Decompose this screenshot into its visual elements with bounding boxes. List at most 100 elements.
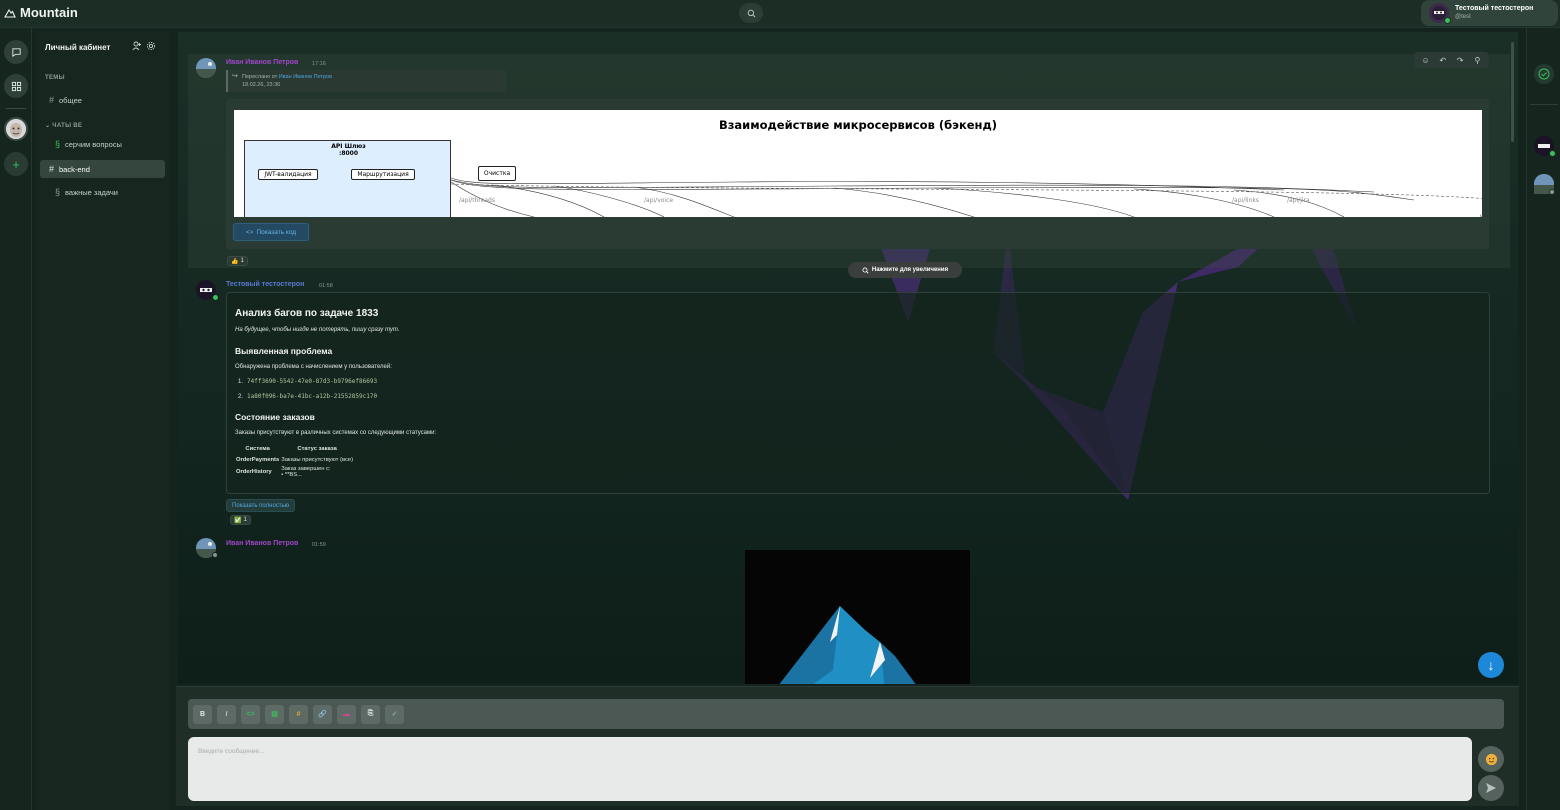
emoji-react-icon[interactable]: ☺ — [1421, 55, 1431, 65]
hash-icon: # — [49, 95, 55, 105]
online-status-dot — [212, 294, 219, 301]
app-title: Mountain — [20, 5, 78, 20]
scroll-down-button[interactable]: ↓ — [1478, 652, 1504, 678]
message-author[interactable]: Иван Иванов Петров — [226, 540, 298, 547]
check-circle-icon — [1538, 68, 1550, 80]
send-icon — [1486, 783, 1496, 793]
edge-label: /api/links — [1232, 197, 1259, 204]
quote-icon: ▬ — [343, 710, 350, 718]
heading-button[interactable]: # — [289, 704, 308, 724]
reaction-chip[interactable]: 👍 1 — [227, 256, 248, 266]
reaction-emoji: 👍 — [231, 258, 239, 265]
show-code-button[interactable]: <> Показать код — [233, 223, 309, 241]
italic-button[interactable]: I — [217, 704, 236, 724]
online-status-dot — [1444, 17, 1451, 24]
chat-bubble-icon — [11, 47, 21, 57]
message-time: 01:58 — [319, 283, 333, 289]
status-check-button[interactable] — [1534, 64, 1554, 84]
channel-label: back-end — [59, 164, 90, 174]
current-user-chip[interactable]: Тестовый тестостерон @test — [1421, 0, 1558, 26]
list-button[interactable]: ▤ — [265, 704, 284, 724]
offline-status-dot — [1549, 189, 1555, 195]
reaction-chip[interactable]: ✅ 1 — [230, 515, 251, 525]
app-logo[interactable]: Mountain — [4, 5, 78, 20]
chats-section-label[interactable]: ⌄ ЧАТЫ ВЕ — [45, 122, 82, 129]
server-rail: + — [0, 28, 32, 810]
member-avatar[interactable] — [1534, 174, 1555, 195]
reaction-count: 1 — [240, 258, 244, 264]
md-heading-orders: Состояние заказов — [235, 412, 315, 422]
reply-icon[interactable]: ↶ — [1438, 55, 1448, 65]
add-user-icon[interactable] — [132, 41, 142, 51]
apps-rail-button[interactable] — [4, 74, 28, 98]
heading-icon: # — [296, 710, 301, 718]
topics-section-label: ТЕМЫ — [45, 75, 65, 81]
add-server-button[interactable]: + — [4, 152, 28, 176]
plus-icon: + — [12, 156, 20, 172]
pin-icon[interactable]: ⚲ — [1472, 55, 1482, 65]
face-avatar-icon — [6, 119, 26, 139]
channel-label: серчим вопросы — [65, 139, 122, 149]
rail-divider — [1530, 104, 1558, 105]
channel-item-back-end[interactable]: # back-end — [40, 160, 165, 178]
mountain-image[interactable] — [745, 550, 970, 684]
md-italic-text: На будущее, чтобы нигде не потерять, пиш… — [235, 327, 400, 333]
message-time: 17:16 — [312, 61, 326, 67]
avatar[interactable] — [196, 58, 216, 78]
chat-scrollbar[interactable] — [1511, 42, 1514, 142]
code-button[interactable]: <> — [241, 704, 260, 724]
channel-item-search-questions[interactable]: § серчим вопросы — [40, 135, 165, 153]
sidebar-title: Личный кабинет — [45, 43, 111, 52]
link-button[interactable]: 🔗 — [313, 704, 332, 724]
forward-icon[interactable]: ↷ — [1455, 55, 1465, 65]
code-icon: <> — [246, 710, 255, 718]
search-button[interactable] — [739, 3, 763, 23]
id-code: 74ff3690-5542-47e0-87d3-b9796ef86693 — [247, 378, 378, 385]
members-rail — [1526, 28, 1560, 810]
quote-button[interactable]: ▬ — [337, 704, 356, 724]
table-cell: OrderPayments — [236, 456, 280, 463]
top-bar: Mountain Тестовый тестостерон @test — [0, 0, 1560, 28]
forwarded-header[interactable]: ↪ Переслано от Иван Иванов Петров 18.02.… — [226, 70, 506, 92]
edge-label: /api/threads — [459, 197, 495, 204]
channel-item-important-tasks[interactable]: § важные задачи — [40, 183, 165, 201]
message-time: 01:59 — [312, 542, 326, 548]
italic-icon: I — [225, 710, 228, 718]
chat-area: Иван Иванов Петров 17:16 ☺ ↶ ↷ ⚲ ↪ Перес… — [178, 32, 1518, 684]
message-author[interactable]: Иван Иванов Петров — [226, 59, 298, 66]
settings-gear-icon[interactable] — [146, 41, 156, 51]
md-heading-1: Анализ багов по задаче 1833 — [235, 308, 379, 319]
search-icon — [747, 9, 755, 17]
diagram-image[interactable]: Взаимодействие микросервисов (бэкенд) AP… — [234, 110, 1482, 217]
table-cell: Заказ завершен с: • **BS... — [281, 466, 331, 478]
send-button[interactable] — [1478, 775, 1504, 801]
emoji-button[interactable] — [1478, 746, 1504, 772]
channel-sidebar: Личный кабинет ТЕМЫ # общее ⌄ ЧАТЫ ВЕ § … — [36, 32, 170, 810]
message-author[interactable]: Тестовый тестостерон — [226, 281, 304, 288]
reaction-count: 1 — [243, 517, 247, 523]
list-item: 2. 1a80f096-ba7e-41bc-a12b-21552859c170 — [238, 393, 378, 400]
message-actions: ☺ ↶ ↷ ⚲ — [1414, 52, 1489, 68]
check-button[interactable]: ✓ — [385, 704, 404, 724]
message-input[interactable] — [188, 737, 1472, 757]
messages-rail-button[interactable] — [4, 40, 28, 64]
table-cell: OrderHistory — [236, 469, 272, 475]
list-icon: ▤ — [271, 711, 278, 718]
channel-item-general[interactable]: # общее — [40, 91, 165, 109]
table-header: Статус заказа — [297, 445, 337, 452]
bold-button[interactable]: B — [193, 704, 212, 724]
zoom-hint-button[interactable]: Нажмите для увеличения — [848, 262, 962, 278]
server-avatar[interactable] — [4, 117, 28, 141]
clipboard-button[interactable]: ⎘ — [361, 704, 380, 724]
md-paragraph: Заказы присутствуют в различных системах… — [235, 430, 437, 436]
member-avatar[interactable] — [1534, 136, 1556, 157]
avatar — [1429, 3, 1451, 24]
show-all-button[interactable]: Показать полностью — [226, 499, 296, 512]
bold-icon: B — [199, 710, 206, 718]
zoom-hint-label: Нажмите для увеличения — [871, 267, 949, 273]
channel-label: важные задачи — [65, 187, 118, 197]
forwarded-author[interactable]: Иван Иванов Петров — [279, 74, 332, 80]
landscape-avatar-icon — [196, 58, 216, 78]
forwarded-prefix: Переслано от — [242, 74, 278, 80]
code-icon: <> — [245, 228, 254, 236]
